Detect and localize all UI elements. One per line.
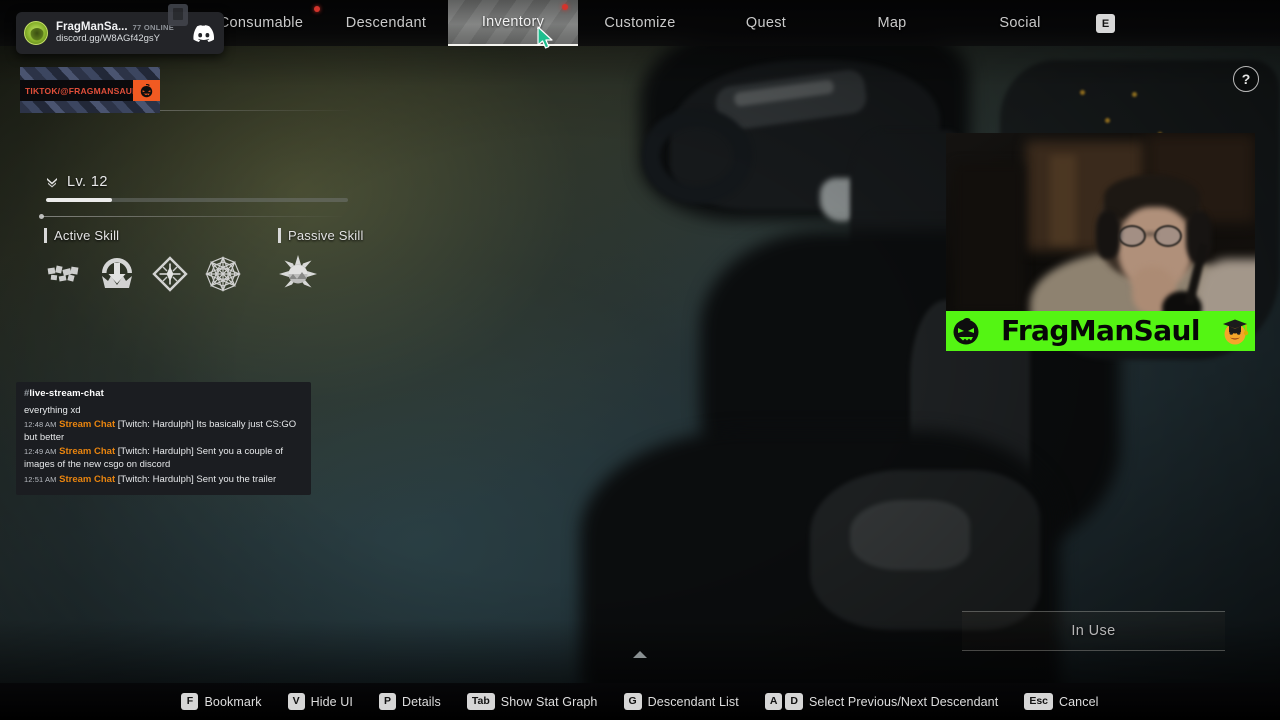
chat-timestamp: 12:51 AM xyxy=(24,474,57,484)
discord-invite-link[interactable]: discord.gg/W8AGf42gsY xyxy=(56,33,184,45)
hint-label: Select Previous/Next Descendant xyxy=(809,694,999,709)
tab-customize[interactable]: Customize xyxy=(580,0,700,46)
active-skill-header: Active Skill xyxy=(44,228,119,243)
list-item: 12:49 AM Stream Chat [Twitch: Hardulph] … xyxy=(24,445,303,471)
key-badge: F xyxy=(181,693,199,710)
streamer-name-bar: FragManSaul xyxy=(946,311,1255,351)
hint-label: Show Stat Graph xyxy=(500,694,598,709)
level-row: Lv. 12 xyxy=(44,174,108,190)
active-skill-label: Active Skill xyxy=(54,228,120,243)
tab-quest[interactable]: Quest xyxy=(710,0,822,46)
skill-icon-diamond-burst[interactable] xyxy=(150,254,190,294)
tiktok-handle: TIKTOK/@FRAGMANSAUL xyxy=(25,85,138,96)
hint-select-descendant[interactable]: A D Select Previous/Next Descendant xyxy=(764,693,999,710)
skill-section-headers: Active Skill Passive Skill xyxy=(44,228,374,246)
skill-icon-radiant-burst[interactable] xyxy=(278,254,318,294)
list-item: 12:51 AM Stream Chat [Twitch: Hardulph] … xyxy=(24,473,303,486)
tab-map[interactable]: Map xyxy=(838,0,946,46)
key-badge: P xyxy=(378,693,396,710)
game-screen: Lv. 12 Active Skill Passive Skill In Use… xyxy=(0,0,1280,720)
chat-timestamp: 12:49 AM xyxy=(24,447,57,457)
hint-label: Descendant List xyxy=(647,694,739,709)
notification-dot xyxy=(314,6,320,12)
chat-message-text: everything xd xyxy=(24,405,81,416)
key-badge: V xyxy=(287,693,305,710)
help-button[interactable]: ? xyxy=(1233,66,1259,92)
key-badge: D xyxy=(785,693,803,710)
hint-show-stat-graph[interactable]: Tab Show Stat Graph xyxy=(466,693,598,710)
experience-bar-fill xyxy=(46,198,113,202)
tab-label: Descendant xyxy=(345,15,427,31)
hint-label: Cancel xyxy=(1059,694,1099,709)
tab-social[interactable]: Social xyxy=(964,0,1076,46)
chat-username: Stream Chat xyxy=(59,446,116,458)
chat-message-text: [Twitch: Hardulph] Sent you the trailer xyxy=(117,473,277,485)
keybind-hint-bar: F Bookmark V Hide UI P Details Tab Show … xyxy=(0,683,1280,720)
tab-label: Quest xyxy=(745,15,787,31)
header-accent-bar xyxy=(278,228,281,243)
tab-label: Consumable xyxy=(218,15,304,31)
pumpkin-icon xyxy=(133,80,160,101)
tab-label: Customize xyxy=(604,15,676,31)
expand-chevron-up-icon[interactable] xyxy=(632,650,648,659)
hint-label: Hide UI xyxy=(310,694,353,709)
chat-timestamp: 12:48 AM xyxy=(24,420,57,430)
passive-skill-header: Passive Skill xyxy=(278,228,364,243)
in-use-button[interactable]: In Use xyxy=(962,611,1225,651)
angry-face-emoji-icon xyxy=(953,318,979,345)
discord-toast-texts: FragManSa... 77 ONLINE discord.gg/W8AGf4… xyxy=(56,21,184,45)
hint-label: Details xyxy=(401,694,441,709)
skill-icon-descend-arrow[interactable] xyxy=(97,254,137,294)
key-badge: Tab xyxy=(466,693,495,710)
hint-bookmark[interactable]: F Bookmark xyxy=(181,693,261,710)
tiktok-branding-banner: TIKTOK/@FRAGMANSAUL xyxy=(20,67,160,113)
rank-chevron-icon xyxy=(47,178,57,188)
level-label: Lv. 12 xyxy=(67,174,108,190)
divider-mid xyxy=(39,214,342,219)
skill-icon-web-mandala[interactable] xyxy=(203,254,243,294)
close-menu-key-badge[interactable]: E xyxy=(1096,14,1115,33)
tab-label: Inventory xyxy=(481,14,545,30)
list-item: everything xd xyxy=(24,404,303,417)
notification-dot xyxy=(562,4,568,10)
discord-logo-icon xyxy=(193,24,215,42)
streamer-webcam-overlay: FragManSaul xyxy=(946,133,1255,351)
discord-overlay-toast[interactable]: FragManSa... 77 ONLINE discord.gg/W8AGf4… xyxy=(16,4,224,54)
streamer-name: FragManSaul xyxy=(1001,314,1200,347)
chat-channel-title: #live-stream-chat xyxy=(24,388,303,399)
tab-label: Social xyxy=(999,15,1041,31)
hint-hide-ui[interactable]: V Hide UI xyxy=(287,693,353,710)
tab-label: Map xyxy=(877,15,907,31)
hint-label: Bookmark xyxy=(204,694,262,709)
experience-bar xyxy=(46,198,348,202)
chat-channel-name: live-stream-chat xyxy=(29,388,104,399)
discord-mini-panel-icon xyxy=(168,4,188,26)
hint-cancel[interactable]: Esc Cancel xyxy=(1024,693,1098,710)
tab-descendant[interactable]: Descendant xyxy=(326,0,446,46)
list-item: 12:48 AM Stream Chat [Twitch: Hardulph] … xyxy=(24,418,303,444)
discord-online-count: 77 ONLINE xyxy=(132,22,175,32)
graduate-emoji-icon xyxy=(1222,319,1249,345)
header-accent-bar xyxy=(44,228,47,243)
passive-skill-label: Passive Skill xyxy=(288,228,364,243)
tab-inventory[interactable]: Inventory xyxy=(448,0,578,46)
chat-username: Stream Chat xyxy=(59,419,116,431)
key-badge: A xyxy=(764,693,783,710)
hint-descendant-list[interactable]: G Descendant List xyxy=(623,693,739,710)
skill-icon-rubble[interactable] xyxy=(44,254,84,294)
hint-details[interactable]: P Details xyxy=(378,693,441,710)
tiktok-strip: TIKTOK/@FRAGMANSAUL xyxy=(20,80,160,101)
key-badge: G xyxy=(623,693,642,710)
stream-chat-overlay: #live-stream-chat everything xd 12:48 AM… xyxy=(16,382,311,495)
avatar xyxy=(24,21,48,45)
chat-username: Stream Chat xyxy=(59,473,116,485)
key-badge: Esc xyxy=(1024,693,1053,710)
